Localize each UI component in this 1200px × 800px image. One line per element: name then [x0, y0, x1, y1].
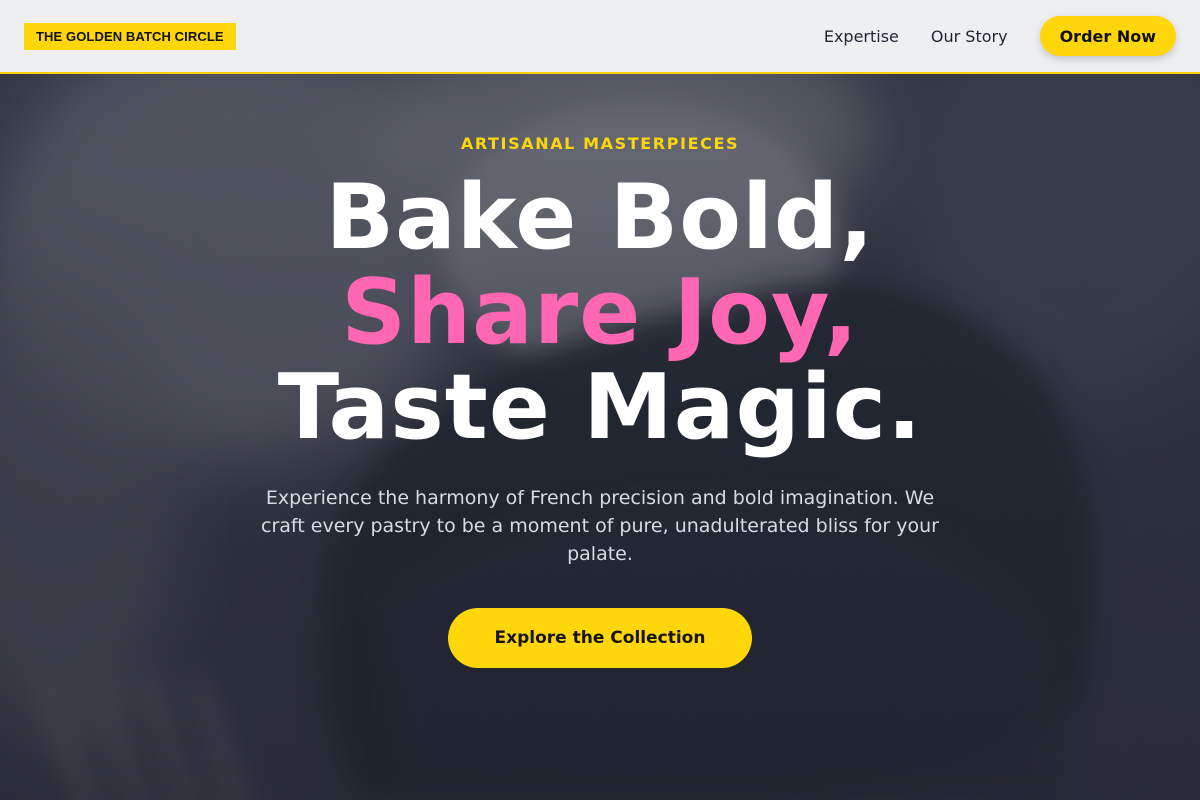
headline-line-2: Share Joy, [341, 260, 859, 365]
main-nav: Expertise Our Story Order Now [824, 16, 1176, 56]
nav-link-our-story[interactable]: Our Story [931, 27, 1008, 46]
site-header: THE GOLDEN BATCH CIRCLE Expertise Our St… [0, 0, 1200, 74]
explore-collection-button[interactable]: Explore the Collection [448, 608, 752, 668]
brand-logo[interactable]: THE GOLDEN BATCH CIRCLE [24, 22, 236, 50]
hero-headline: Bake Bold, Share Joy, Taste Magic. [0, 170, 1200, 455]
order-now-button[interactable]: Order Now [1039, 16, 1176, 56]
headline-line-1: Bake Bold, [325, 165, 875, 270]
hero-subtitle: Experience the harmony of French precisi… [261, 487, 939, 565]
hero-section: ARTISANAL MASTERPIECES Bake Bold, Share … [0, 74, 1200, 800]
hero-eyebrow: ARTISANAL MASTERPIECES [460, 134, 740, 153]
hero-content: ARTISANAL MASTERPIECES Bake Bold, Share … [0, 74, 1200, 800]
headline-line-3: Taste Magic. [277, 355, 923, 460]
nav-link-expertise[interactable]: Expertise [824, 27, 899, 46]
